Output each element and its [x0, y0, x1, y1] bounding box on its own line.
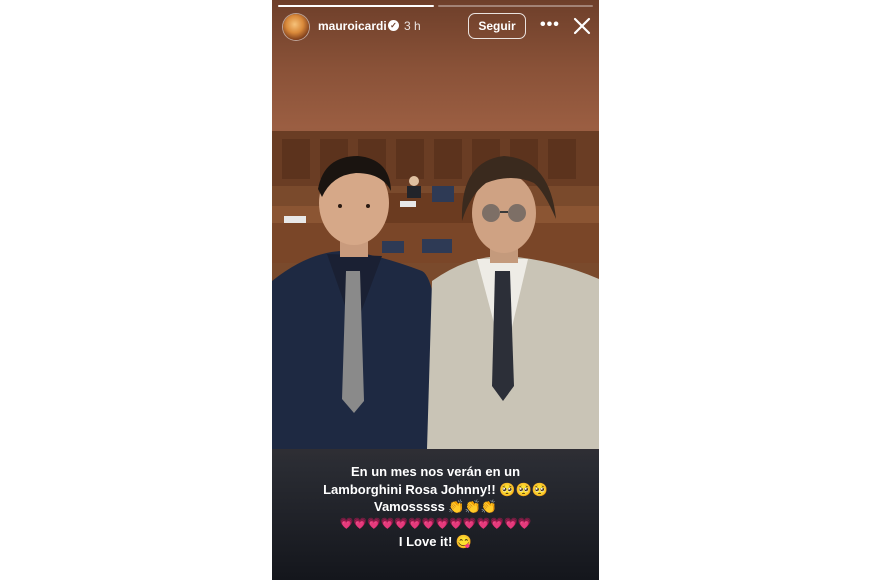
caption-hearts: 💗💗💗💗💗💗💗💗💗💗💗💗💗💗: [339, 517, 532, 530]
avatar[interactable]: [283, 14, 309, 40]
story-header: mauroicardi ✓ 3 h Seguir •••: [272, 12, 599, 44]
progress-segment: [278, 5, 434, 7]
caption-line: En un mes nos verán en un: [350, 464, 521, 479]
caption-line: Lamborghini Rosa Johnny!! 🥺🥺🥺: [323, 481, 548, 497]
more-dots-icon[interactable]: •••: [540, 16, 560, 34]
username[interactable]: mauroicardi: [318, 19, 387, 33]
post-time: 3 h: [404, 19, 421, 33]
story-caption: En un mes nos verán en un Lamborghini Ro…: [272, 463, 599, 551]
caption-line: I Love it! 😋: [398, 534, 473, 549]
follow-button[interactable]: Seguir: [468, 13, 526, 39]
caption-line: Vamosssss 👏👏👏: [373, 499, 497, 514]
courtroom-photo: [272, 131, 599, 449]
story-photo: [272, 131, 599, 449]
story-progress: [278, 5, 593, 7]
progress-segment: [437, 5, 593, 7]
close-icon[interactable]: [572, 16, 592, 36]
verified-check-icon: ✓: [388, 20, 399, 31]
story-viewer[interactable]: mauroicardi ✓ 3 h Seguir ••• En un mes n…: [272, 0, 599, 580]
